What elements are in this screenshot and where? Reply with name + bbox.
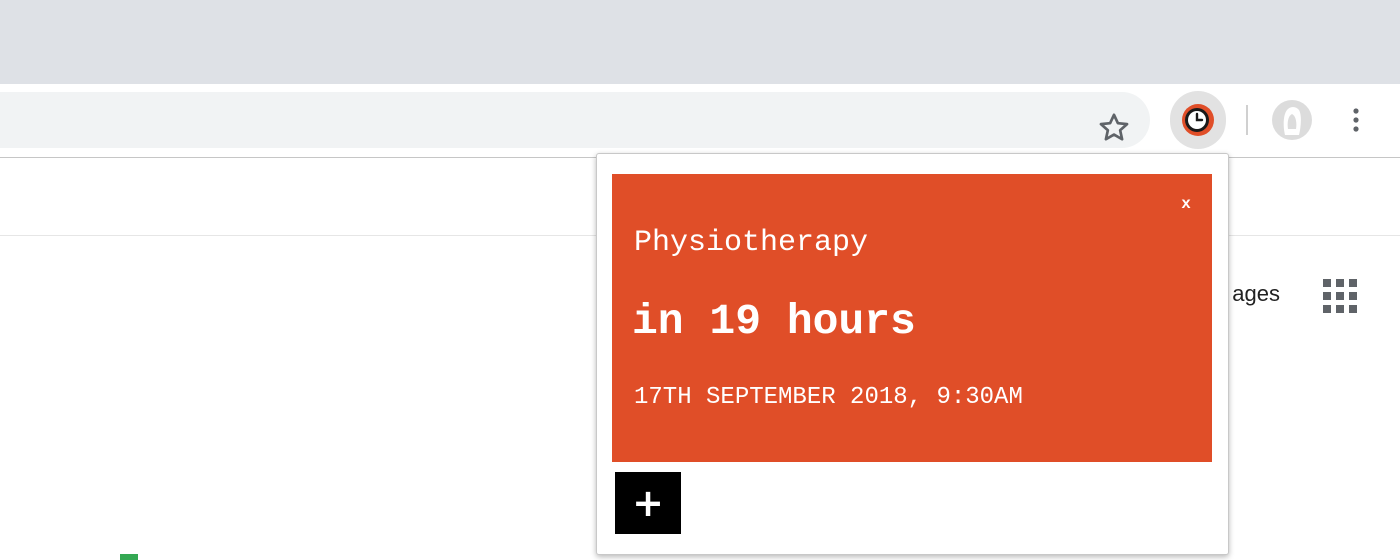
event-datetime: 17TH SEPTEMBER 2018, 9:30AM <box>634 384 1023 411</box>
close-button[interactable]: x <box>1178 194 1194 214</box>
kebab-icon[interactable] <box>1340 104 1372 136</box>
apps-grid-icon[interactable] <box>1323 279 1357 313</box>
add-event-button[interactable]: + <box>615 472 681 534</box>
event-title: Physiotherapy <box>634 226 869 260</box>
clock-icon <box>1182 104 1214 136</box>
tab-strip <box>0 0 1400 84</box>
reminder-card: x Physiotherapy in 19 hours 17TH SEPTEMB… <box>612 174 1212 462</box>
avatar-icon[interactable] <box>1271 99 1313 141</box>
toolbar-separator <box>1246 105 1248 135</box>
extension-button[interactable] <box>1170 91 1226 149</box>
event-countdown: in 19 hours <box>632 297 916 346</box>
extension-popup: x Physiotherapy in 19 hours 17TH SEPTEMB… <box>596 153 1229 555</box>
page-logo-fragment <box>120 554 138 560</box>
address-bar[interactable] <box>0 92 1150 148</box>
browser-toolbar <box>0 84 1400 158</box>
star-icon[interactable] <box>1096 110 1132 146</box>
